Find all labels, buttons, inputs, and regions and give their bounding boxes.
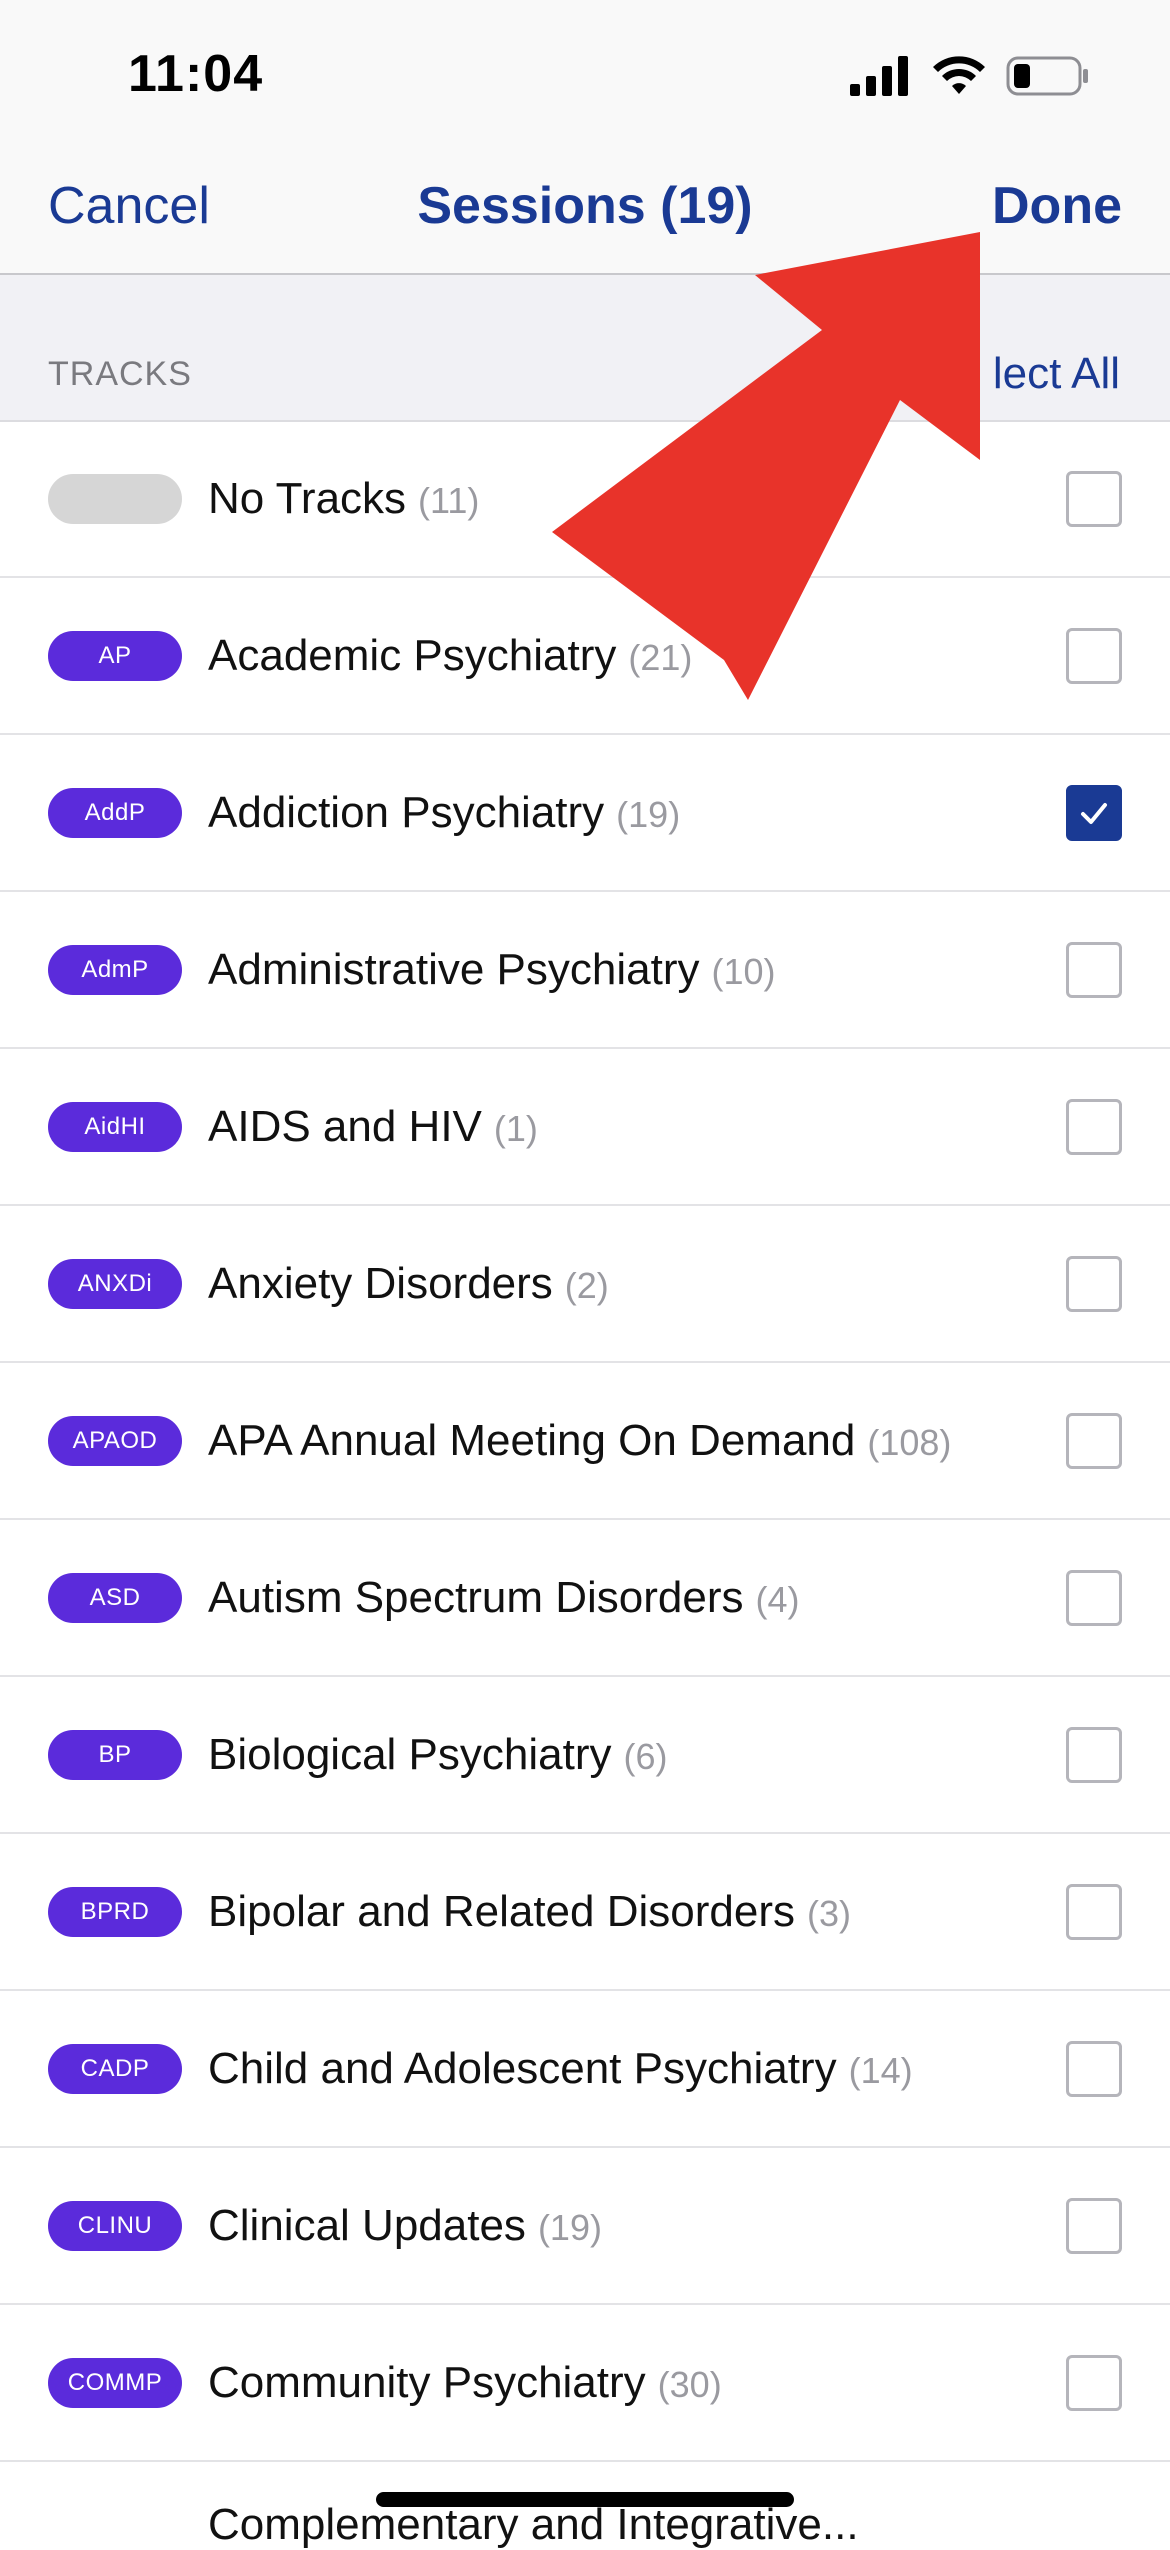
- track-label: Anxiety Disorders (2): [208, 1259, 609, 1309]
- track-count: (3): [806, 1892, 851, 1934]
- track-code-badge: AP: [48, 630, 182, 681]
- track-label: Community Psychiatry (30): [208, 2358, 722, 2408]
- track-count: (2): [564, 1264, 609, 1306]
- track-label: Administrative Psychiatry (10): [208, 945, 776, 995]
- track-checkbox[interactable]: [1066, 1255, 1122, 1312]
- track-row[interactable]: CADP Child and Adolescent Psychiatry (14): [0, 1991, 1170, 2148]
- track-row[interactable]: AdmP Administrative Psychiatry (10): [0, 892, 1170, 1049]
- track-row[interactable]: No Tracks (11): [0, 421, 1170, 578]
- track-label: Child and Adolescent Psychiatry (14): [208, 2044, 913, 2094]
- track-count: (108): [867, 1421, 952, 1463]
- track-label: No Tracks (11): [208, 474, 479, 524]
- track-checkbox[interactable]: [1066, 1883, 1122, 1940]
- track-checkbox[interactable]: [1066, 1726, 1122, 1783]
- track-name: Academic Psychiatry: [208, 630, 617, 680]
- track-name: Addiction Psychiatry: [208, 787, 605, 837]
- track-row[interactable]: BPRD Bipolar and Related Disorders (3): [0, 1834, 1170, 1991]
- track-name: Child and Adolescent Psychiatry: [208, 2043, 837, 2093]
- track-code-badge: CADP: [48, 2043, 182, 2094]
- status-bar: 11:04: [0, 0, 1170, 150]
- track-row[interactable]: BP Biological Psychiatry (6): [0, 1677, 1170, 1834]
- track-row[interactable]: COMMP Community Psychiatry (30): [0, 2305, 1170, 2462]
- track-count: (11): [418, 479, 480, 521]
- track-row[interactable]: AidHI AIDS and HIV (1): [0, 1049, 1170, 1206]
- track-checkbox[interactable]: [1066, 627, 1122, 684]
- cellular-signal-icon: [850, 56, 908, 96]
- select-all-button[interactable]: lect All: [993, 349, 1120, 399]
- track-count: (14): [848, 2049, 913, 2091]
- tracks-section-header: TRACKS lect All: [0, 275, 1170, 422]
- track-code-badge: CLINU: [48, 2200, 182, 2251]
- track-name: APA Annual Meeting On Demand: [208, 1415, 856, 1465]
- track-label: Addiction Psychiatry (19): [208, 788, 680, 838]
- track-row[interactable]: APAOD APA Annual Meeting On Demand (108): [0, 1363, 1170, 1520]
- partial-list-item: Complementary and Integrative...: [208, 2500, 859, 2550]
- track-code-badge: COMMP: [48, 2357, 182, 2408]
- track-label: APA Annual Meeting On Demand (108): [208, 1416, 951, 1466]
- track-code-badge: BPRD: [48, 1886, 182, 1937]
- track-code-badge: [48, 473, 182, 524]
- track-label: Biological Psychiatry (6): [208, 1730, 668, 1780]
- track-label: Clinical Updates (19): [208, 2201, 602, 2251]
- track-checkbox[interactable]: [1066, 2197, 1122, 2254]
- checkmark-icon: [1081, 802, 1107, 824]
- track-code-badge: BP: [48, 1729, 182, 1780]
- track-checkbox[interactable]: [1066, 784, 1122, 841]
- nav-bar: Cancel Sessions (19) Done: [0, 150, 1170, 275]
- track-checkbox[interactable]: [1066, 2040, 1122, 2097]
- track-name: Anxiety Disorders: [208, 1258, 553, 1308]
- battery-icon: [1006, 56, 1088, 96]
- track-code-badge: APAOD: [48, 1415, 182, 1466]
- track-name: Administrative Psychiatry: [208, 944, 700, 994]
- track-count: (10): [711, 950, 776, 992]
- track-count: (19): [537, 2206, 602, 2248]
- track-checkbox[interactable]: [1066, 941, 1122, 998]
- track-count: (1): [493, 1107, 538, 1149]
- track-checkbox[interactable]: [1066, 1412, 1122, 1469]
- track-row[interactable]: ASD Autism Spectrum Disorders (4): [0, 1520, 1170, 1677]
- done-button[interactable]: Done: [992, 176, 1122, 236]
- track-row[interactable]: AddP Addiction Psychiatry (19): [0, 735, 1170, 892]
- track-count: (19): [616, 793, 681, 835]
- track-name: No Tracks: [208, 473, 407, 523]
- track-checkbox[interactable]: [1066, 2354, 1122, 2411]
- track-count: (4): [755, 1578, 800, 1620]
- status-icons: [850, 54, 1090, 98]
- track-code-badge: AidHI: [48, 1101, 182, 1152]
- track-count: (6): [623, 1735, 668, 1777]
- track-name: Autism Spectrum Disorders: [208, 1572, 744, 1622]
- track-name: Bipolar and Related Disorders: [208, 1886, 795, 1936]
- track-label: Bipolar and Related Disorders (3): [208, 1887, 851, 1937]
- track-list: No Tracks (11) AP Academic Psychiatry (21) Ad…: [0, 421, 1170, 2462]
- track-row[interactable]: ANXDi Anxiety Disorders (2): [0, 1206, 1170, 1363]
- track-count: (30): [657, 2363, 722, 2405]
- track-label: Autism Spectrum Disorders (4): [208, 1573, 799, 1623]
- track-checkbox[interactable]: [1066, 470, 1122, 527]
- track-label: Academic Psychiatry (21): [208, 631, 692, 681]
- track-code-badge: ANXDi: [48, 1258, 182, 1309]
- track-name: AIDS and HIV: [208, 1101, 482, 1151]
- track-name: Community Psychiatry: [208, 2357, 646, 2407]
- track-label: AIDS and HIV (1): [208, 1102, 538, 1152]
- status-time: 11:04: [128, 45, 264, 103]
- track-name: Biological Psychiatry: [208, 1729, 612, 1779]
- wifi-icon: [933, 56, 985, 94]
- track-count: (21): [628, 636, 693, 678]
- partial-row-label: Complementary and Integrative...: [208, 2500, 859, 2549]
- track-code-badge: AdmP: [48, 944, 182, 995]
- track-row[interactable]: AP Academic Psychiatry (21): [0, 578, 1170, 735]
- track-code-badge: ASD: [48, 1572, 182, 1623]
- track-row[interactable]: CLINU Clinical Updates (19): [0, 2148, 1170, 2305]
- track-checkbox[interactable]: [1066, 1569, 1122, 1626]
- section-label: TRACKS: [48, 355, 192, 393]
- track-code-badge: AddP: [48, 787, 182, 838]
- track-checkbox[interactable]: [1066, 1098, 1122, 1155]
- track-name: Clinical Updates: [208, 2200, 526, 2250]
- home-indicator: [376, 2492, 794, 2507]
